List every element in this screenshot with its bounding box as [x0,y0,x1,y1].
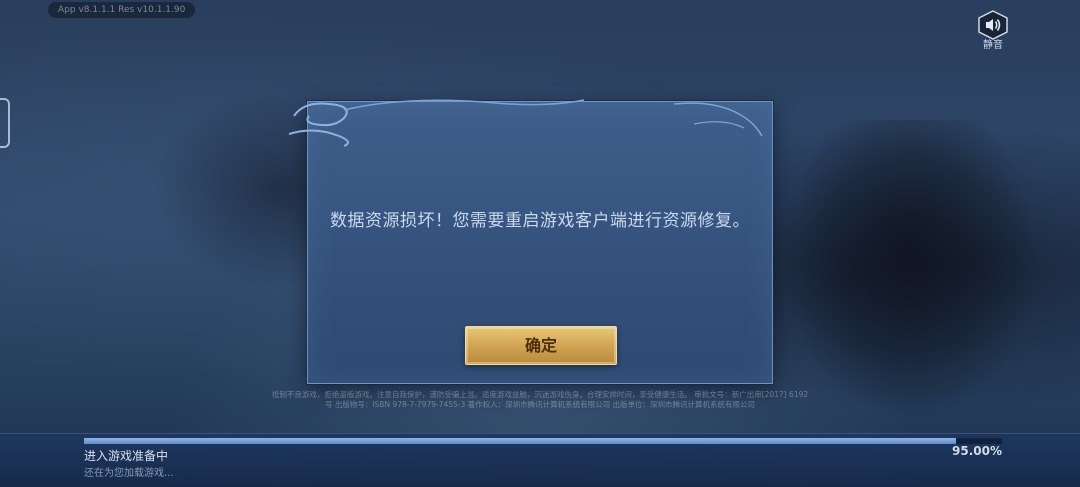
legal-notice: 抵制不良游戏，拒绝盗版游戏。注意自我保护，谨防受骗上当。适度游戏益脑，沉迷游戏伤… [271,390,809,409]
progress-fill [84,438,957,444]
dialog-message: 数据资源损坏！您需要重启游戏客户端进行资源修复。 [330,211,750,231]
side-panel-handle[interactable] [0,98,10,148]
confirm-button[interactable]: 确定 [465,326,617,365]
dialog-cloud-ornament [288,99,763,147]
mute-label: 静音 [983,40,1003,51]
version-label: App v8.1.1.1 Res v10.1.1.90 [48,2,196,18]
loading-status-title: 进入游戏准备中 [84,449,169,463]
progress-percent: 95.00% [952,444,1002,458]
speaker-icon [978,10,1008,40]
mute-button[interactable]: 静音 [975,10,1011,58]
error-dialog: 数据资源损坏！您需要重启游戏客户端进行资源修复。 确定 [288,99,773,384]
loading-status-subtitle: 还在为您加载游戏... [84,468,174,479]
loading-bar-panel: 95.00% 进入游戏准备中 还在为您加载游戏... [0,433,1080,487]
background-hero-figure [780,120,1040,420]
progress-track [84,438,1002,444]
